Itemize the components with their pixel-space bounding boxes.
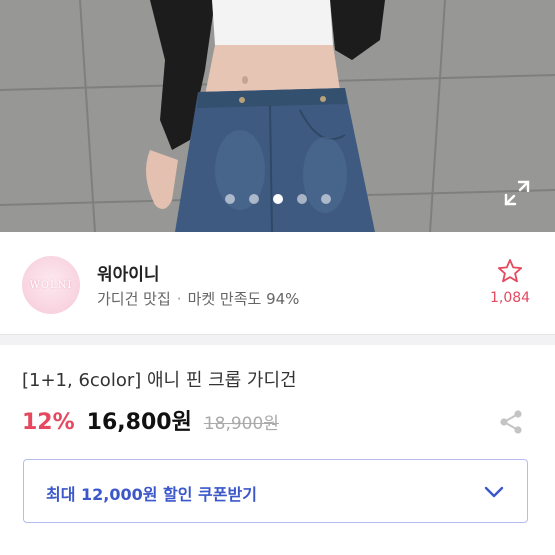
pager-dot[interactable] xyxy=(224,194,235,204)
seller-tagline: 가디건 맛집 xyxy=(97,290,171,308)
pager-dot[interactable] xyxy=(248,194,259,204)
expand-icon xyxy=(504,180,530,206)
star-icon xyxy=(497,259,523,283)
sale-price: 16,800원 xyxy=(86,410,192,435)
image-pager xyxy=(0,194,555,204)
chevron-down-icon xyxy=(484,486,504,498)
favorite-button[interactable]: 1,084 xyxy=(490,258,530,306)
expand-image-button[interactable] xyxy=(503,179,531,207)
coupon-button[interactable]: 최대 12,000원 할인 쿠폰받기 xyxy=(23,459,528,523)
original-price: 18,900원 xyxy=(203,414,279,434)
pager-dot[interactable] xyxy=(320,194,331,204)
seller-logo-text: WOLNI xyxy=(29,279,73,291)
product-title: [1+1, 6color] 애니 핀 크롭 가디건 xyxy=(22,370,297,391)
favorite-count: 1,084 xyxy=(490,290,531,306)
share-button[interactable] xyxy=(498,409,524,435)
market-satisfaction: 마켓 만족도 94% xyxy=(187,290,300,308)
product-image-carousel[interactable] xyxy=(0,0,555,232)
seller-logo[interactable]: WOLNI xyxy=(22,256,80,314)
seller-info[interactable]: WOLNI 워아이니 가디건 맛집 · 마켓 만족도 94% 1,084 xyxy=(0,232,555,334)
section-divider xyxy=(0,334,555,345)
share-icon xyxy=(500,410,522,434)
pager-dot-active[interactable] xyxy=(272,194,283,204)
coupon-label: 최대 12,000원 할인 쿠폰받기 xyxy=(46,485,257,504)
seller-name[interactable]: 워아이니 xyxy=(97,260,160,285)
pager-dot[interactable] xyxy=(296,194,307,204)
seller-meta: 가디건 맛집 · 마켓 만족도 94% xyxy=(97,288,299,309)
meta-separator: · xyxy=(176,289,182,308)
price-row: 12% 16,800원 18,900원 xyxy=(22,404,279,436)
discount-rate: 12% xyxy=(22,410,75,435)
